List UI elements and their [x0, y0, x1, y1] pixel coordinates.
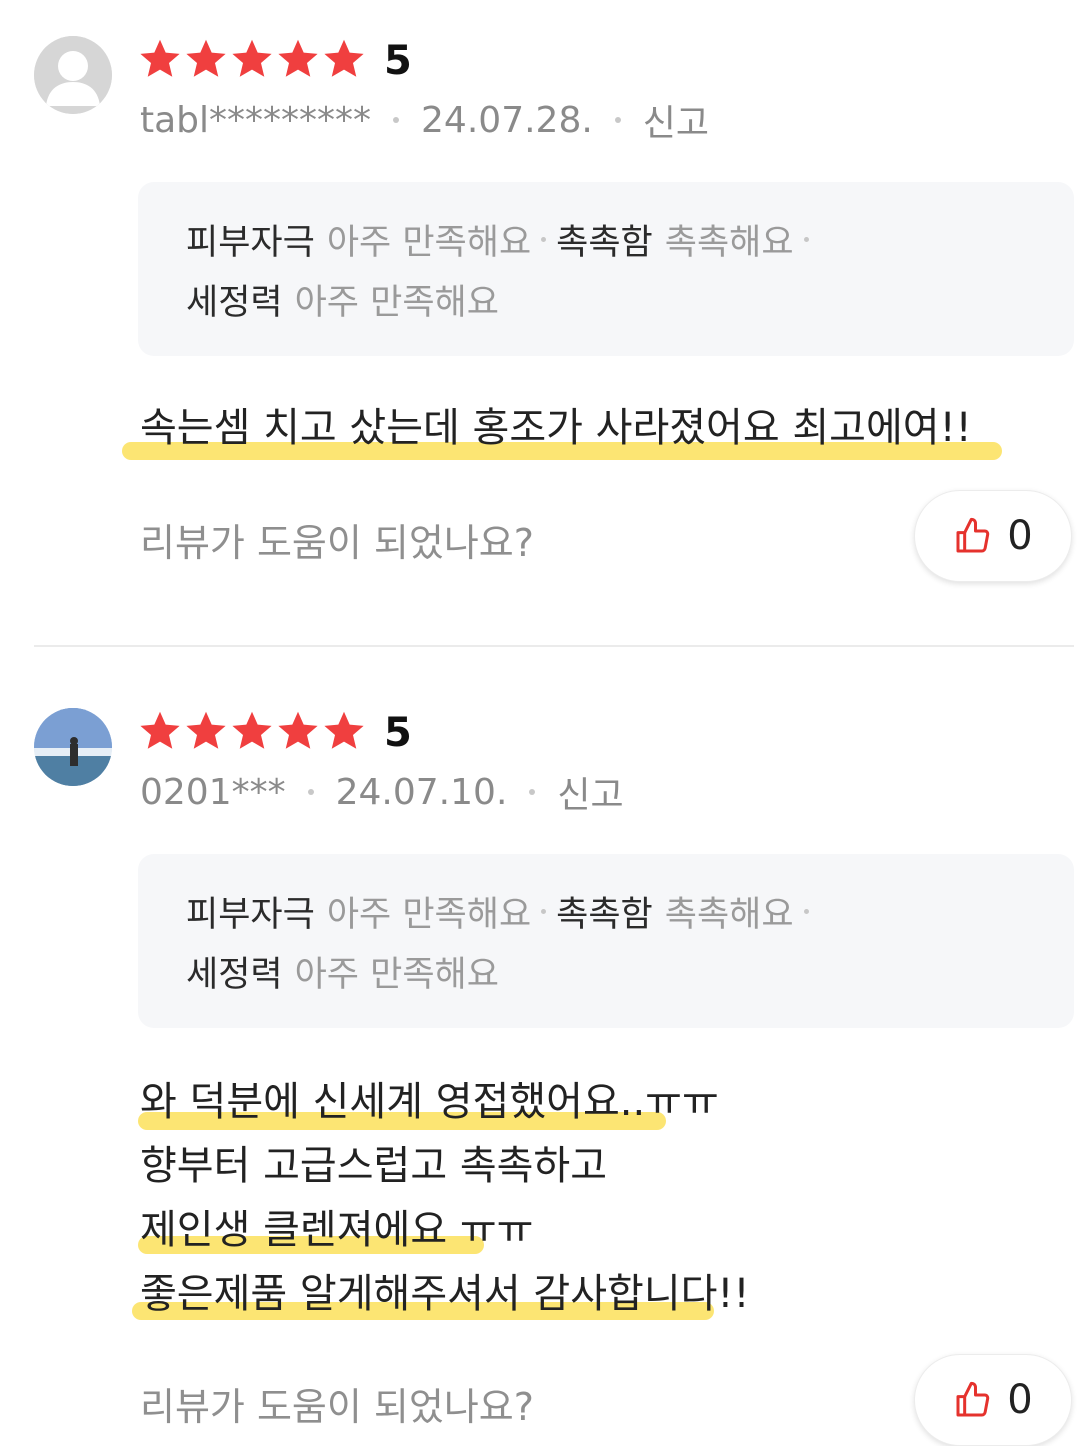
eval-value: 아주 만족해요	[326, 223, 532, 263]
review-text-line: 좋은제품 알게해주셔서 감사합니다!!	[140, 1271, 750, 1317]
user-avatar	[34, 708, 112, 786]
star-icon	[278, 711, 318, 749]
eval-value: 촉촉해요	[664, 223, 794, 263]
meta-separator	[393, 117, 400, 123]
default-avatar-icon	[34, 36, 112, 114]
star-icon	[278, 39, 318, 77]
review-meta: 0201*** 24.07.10. 신고	[140, 766, 624, 818]
review-text-line: 제인생 클렌져에요 ㅠㅠ	[140, 1207, 534, 1253]
meta-separator	[614, 117, 621, 123]
star-icon	[186, 711, 226, 749]
eval-separator	[803, 237, 809, 242]
eval-separator	[803, 909, 809, 914]
profile-photo-icon	[34, 708, 112, 786]
eval-key: 세정력	[186, 955, 283, 995]
evaluation-box: 피부자극 아주 만족해요 촉촉함 촉촉해요 세정력 아주 만족해요	[138, 854, 1074, 1028]
evaluation-row: 피부자극 아주 만족해요 촉촉함 촉촉해요	[186, 886, 819, 937]
user-avatar	[34, 36, 112, 114]
evaluation-row: 세정력 아주 만족해요	[186, 946, 499, 997]
like-button[interactable]: 0	[914, 490, 1072, 582]
meta-separator	[529, 789, 536, 795]
eval-key: 촉촉함	[556, 895, 653, 935]
like-count: 0	[1007, 513, 1033, 559]
star-icon	[140, 711, 180, 749]
eval-key: 피부자극	[186, 223, 315, 263]
eval-value: 아주 만족해요	[326, 895, 532, 935]
star-icon	[140, 39, 180, 77]
eval-value: 아주 만족해요	[294, 955, 499, 995]
review-date: 24.07.10.	[335, 771, 508, 813]
eval-key: 세정력	[186, 283, 283, 323]
report-link[interactable]: 신고	[557, 766, 623, 818]
like-count: 0	[1007, 1377, 1033, 1423]
rating-score: 5	[384, 710, 412, 756]
eval-separator	[541, 237, 547, 242]
evaluation-row: 피부자극 아주 만족해요 촉촉함 촉촉해요	[186, 214, 819, 265]
reviewer-name: tabl*********	[140, 99, 372, 141]
review-divider	[34, 645, 1074, 647]
star-rating	[138, 34, 366, 84]
star-icon	[232, 39, 272, 77]
eval-separator	[541, 909, 547, 914]
evaluation-box: 피부자극 아주 만족해요 촉촉함 촉촉해요 세정력 아주 만족해요	[138, 182, 1074, 356]
eval-key: 촉촉함	[556, 223, 653, 263]
star-icon	[186, 39, 226, 77]
star-icon	[324, 39, 364, 77]
thumbs-up-icon	[956, 517, 990, 553]
thumbs-up-icon	[956, 1381, 990, 1417]
review-date: 24.07.28.	[421, 99, 593, 141]
reviewer-name: 0201***	[140, 771, 286, 813]
like-button[interactable]: 0	[914, 1354, 1072, 1446]
review-text-line: 향부터 고급스럽고 촉촉하고	[140, 1143, 608, 1189]
eval-value: 아주 만족해요	[294, 283, 499, 323]
report-link[interactable]: 신고	[643, 94, 709, 146]
rating-score: 5	[384, 38, 412, 84]
star-icon	[324, 711, 364, 749]
star-rating	[138, 706, 366, 756]
star-icon	[232, 711, 272, 749]
helpful-prompt: 리뷰가 도움이 되었나요?	[140, 1385, 534, 1429]
evaluation-row: 세정력 아주 만족해요	[186, 274, 499, 325]
review-text: 속는셈 치고 샀는데 홍조가 사라졌어요 최고에여!!	[140, 396, 972, 460]
review-text-line: 속는셈 치고 샀는데 홍조가 사라졌어요 최고에여!!	[140, 405, 972, 451]
helpful-prompt: 리뷰가 도움이 되었나요?	[140, 521, 534, 565]
review-text: 와 덕분에 신세계 영접했어요..ㅠㅠ 향부터 고급스럽고 촉촉하고 제인생 클…	[140, 1070, 750, 1326]
review-meta: tabl********* 24.07.28. 신고	[140, 94, 709, 146]
eval-key: 피부자극	[186, 895, 315, 935]
eval-value: 촉촉해요	[664, 895, 794, 935]
review-text-line: 와 덕분에 신세계 영접했어요..ㅠㅠ	[140, 1079, 719, 1125]
meta-separator	[307, 789, 314, 795]
